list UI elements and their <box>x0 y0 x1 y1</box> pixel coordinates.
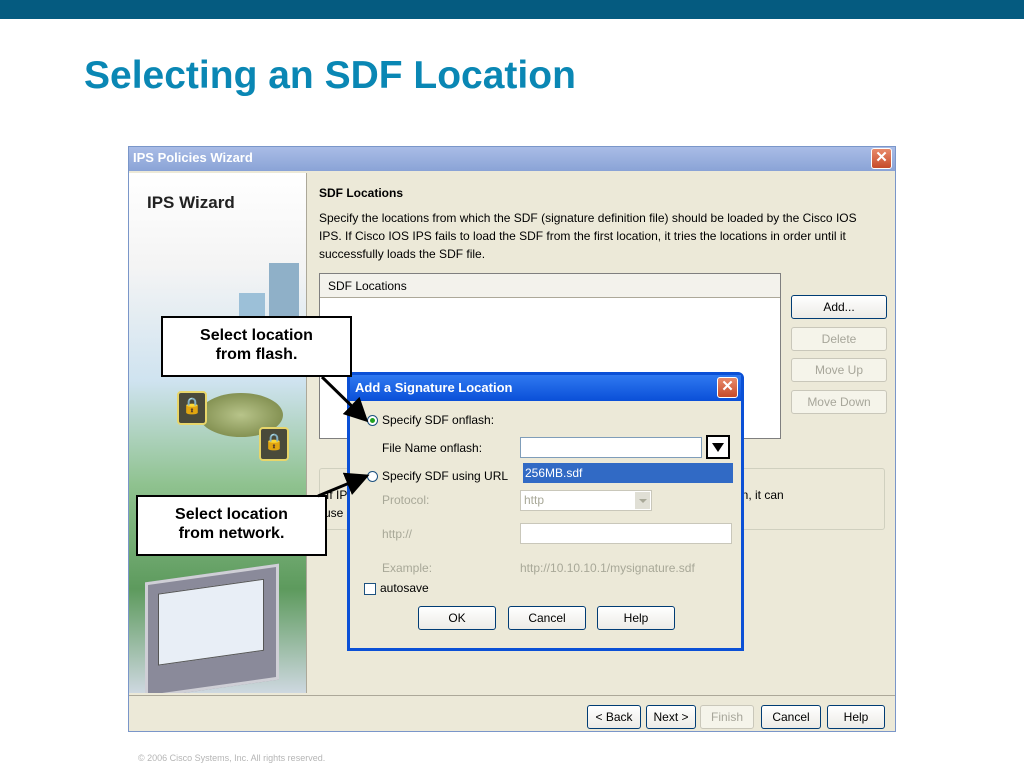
back-button[interactable]: < Back <box>587 705 641 729</box>
radio-sdf-onflash-label: Specify SDF onflash: <box>382 413 495 427</box>
dialog-cancel-button[interactable]: Cancel <box>508 606 586 630</box>
partial-text: If IP <box>326 488 348 502</box>
dialog-ok-button[interactable]: OK <box>418 606 496 630</box>
dialog-titlebar: Add a Signature Location ✕ <box>350 375 741 401</box>
section-title: SDF Locations <box>319 186 404 200</box>
divider <box>129 695 895 696</box>
http-input[interactable] <box>520 523 732 544</box>
dropdown-option[interactable]: 256MB.sdf <box>523 463 733 483</box>
list-column-header[interactable]: SDF Locations <box>320 274 780 298</box>
move-up-button[interactable]: Move Up <box>791 358 887 382</box>
add-signature-location-dialog: Add a Signature Location ✕ Specify SDF o… <box>347 372 744 651</box>
wizard-side-title: IPS Wizard <box>147 193 235 212</box>
protocol-value: http <box>524 493 545 507</box>
file-name-combo[interactable] <box>520 437 702 458</box>
example-value: http://10.10.10.1/mysignature.sdf <box>520 561 695 575</box>
wizard-close-button[interactable]: ✕ <box>871 148 892 169</box>
callout-flash-line2: from flash. <box>215 346 298 363</box>
callout-network-line1: Select location <box>175 506 288 523</box>
protocol-label: Protocol: <box>382 493 430 507</box>
header-band <box>0 0 1024 19</box>
chevron-down-icon <box>635 492 650 509</box>
lock-icon: 🔒 <box>177 391 207 425</box>
add-button[interactable]: Add... <box>791 295 887 319</box>
protocol-select[interactable]: http <box>520 490 652 511</box>
chevron-down-icon[interactable] <box>706 435 730 459</box>
close-icon: ✕ <box>875 149 888 166</box>
help-button[interactable]: Help <box>827 705 885 729</box>
dialog-close-button[interactable]: ✕ <box>717 377 738 398</box>
monitor-screen <box>158 578 264 666</box>
delete-button[interactable]: Delete <box>791 327 887 351</box>
wizard-title: IPS Policies Wizard <box>133 150 253 165</box>
next-button[interactable]: Next > <box>646 705 696 729</box>
autosave-label: autosave <box>380 581 429 595</box>
dialog-title: Add a Signature Location <box>355 380 513 395</box>
section-description: Specify the locations from which the SDF… <box>319 211 857 261</box>
close-icon: ✕ <box>721 378 734 395</box>
dialog-help-button[interactable]: Help <box>597 606 675 630</box>
autosave-checkbox[interactable] <box>364 583 376 595</box>
finish-button[interactable]: Finish <box>700 705 754 729</box>
slide-title: Selecting an SDF Location <box>84 54 576 97</box>
cancel-button[interactable]: Cancel <box>761 705 821 729</box>
callout-network: Select location from network. <box>136 495 327 556</box>
list-header-label: SDF Locations <box>328 279 407 293</box>
file-name-label: File Name onflash: <box>382 441 483 455</box>
radio-sdf-onflash[interactable] <box>367 415 378 426</box>
wizard-side-panel: IPS Wizard 🔒 🔒 <box>129 173 307 693</box>
radio-sdf-url-label: Specify SDF using URL <box>382 469 509 483</box>
wizard-titlebar: IPS Policies Wizard ✕ <box>129 147 895 171</box>
callout-flash-line1: Select location <box>200 327 313 344</box>
radio-sdf-url[interactable] <box>367 471 378 482</box>
example-label: Example: <box>382 561 433 575</box>
callout-network-line2: from network. <box>178 525 285 542</box>
move-down-button[interactable]: Move Down <box>791 390 887 414</box>
http-label: http:// <box>382 527 413 541</box>
monitor-graphic <box>145 563 279 693</box>
callout-flash: Select location from flash. <box>161 316 352 377</box>
copyright-footer: © 2006 Cisco Systems, Inc. All rights re… <box>138 753 326 763</box>
lock-icon: 🔒 <box>259 427 289 461</box>
